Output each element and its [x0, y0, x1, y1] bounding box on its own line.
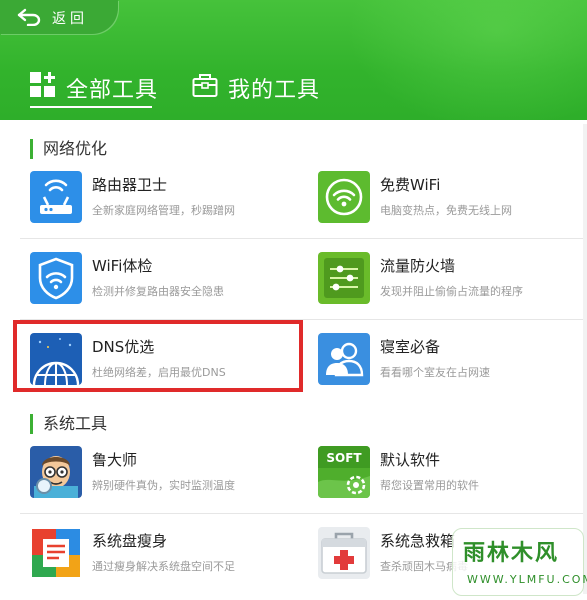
wifi-icon: [318, 171, 370, 223]
traffic-icon: [318, 252, 370, 304]
tool-desc: 通过瘦身解决系统盘空间不足: [92, 560, 235, 573]
grid-plus-icon: [30, 72, 55, 97]
tool-name: 寝室必备: [380, 338, 441, 356]
tool-name: WiFi体检: [92, 257, 153, 275]
tool-desc: 看看哪个室友在占网速: [380, 366, 490, 379]
back-button[interactable]: 返回: [0, 0, 118, 34]
tool-desc: 帮您设置常用的软件: [380, 479, 479, 492]
watermark-logo: 雨林木风 WWW.YLMFU.COM: [452, 528, 587, 596]
active-tab-indicator: [30, 106, 152, 108]
tool-desc: 检测并修复路由器安全隐患: [92, 285, 224, 298]
tool-desc: 发现并阻止偷偷占流量的程序: [380, 285, 523, 298]
back-arrow-icon: [17, 8, 41, 26]
router-icon: [30, 171, 82, 223]
tool-name: 鲁大师: [92, 451, 138, 469]
tool-desc: 全新家庭网络管理，秒踢蹭网: [92, 204, 235, 217]
tool-default-software[interactable]: SOFT 默认软件 帮您设置常用的软件: [318, 446, 586, 506]
soft-icon: SOFT: [318, 446, 370, 498]
highlight-box: [13, 320, 303, 392]
tool-name: 系统盘瘦身: [92, 532, 168, 550]
tool-router-guard[interactable]: 路由器卫士 全新家庭网络管理，秒踢蹭网: [30, 171, 298, 231]
slim-icon: [30, 527, 82, 579]
toolbox-icon: [192, 74, 218, 97]
watermark-url: WWW.YLMFU.COM: [467, 573, 587, 586]
tool-desc: 电脑变热点，免费无线上网: [380, 204, 512, 217]
wifi-shield-icon: [30, 252, 82, 304]
header-bar: 返回 全部工具 我的工具: [0, 0, 587, 120]
master-lu-icon: [30, 446, 82, 498]
back-label: 返回: [52, 11, 88, 27]
tool-name: 流量防火墙: [380, 257, 456, 275]
tab-all-label: 全部工具: [66, 78, 159, 103]
section-title-network: 网络优化: [30, 139, 107, 159]
tool-traffic-firewall[interactable]: 流量防火墙 发现并阻止偷偷占流量的程序: [318, 252, 586, 312]
tool-dorm-essential[interactable]: 寝室必备 看看哪个室友在占网速: [318, 333, 586, 393]
tab-mine-label: 我的工具: [228, 78, 321, 103]
row-divider: [20, 238, 587, 239]
row-divider: [20, 513, 587, 514]
tab-all-tools[interactable]: 全部工具: [30, 70, 157, 110]
tool-free-wifi[interactable]: 免费WiFi 电脑变热点，免费无线上网: [318, 171, 586, 231]
tab-my-tools[interactable]: 我的工具: [192, 70, 322, 110]
first-aid-icon: [318, 527, 370, 579]
scrollbar-track[interactable]: [583, 124, 587, 594]
tool-desc: 辨别硬件真伪，实时监测温度: [92, 479, 235, 492]
tool-name: 免费WiFi: [380, 176, 441, 194]
svg-text:SOFT: SOFT: [326, 451, 362, 465]
tool-name: 系统急救箱: [380, 532, 456, 550]
roommates-icon: [318, 333, 370, 385]
tool-wifi-checkup[interactable]: WiFi体检 检测并修复路由器安全隐患: [30, 252, 298, 312]
tool-name: 路由器卫士: [92, 176, 168, 194]
tool-name: 默认软件: [380, 451, 441, 469]
section-title-system: 系统工具: [30, 414, 107, 434]
tool-master-lu[interactable]: 鲁大师 辨别硬件真伪，实时监测温度: [30, 446, 298, 506]
tool-disk-slim[interactable]: 系统盘瘦身 通过瘦身解决系统盘空间不足: [30, 527, 298, 587]
watermark-main-text: 雨林木风: [463, 541, 560, 566]
